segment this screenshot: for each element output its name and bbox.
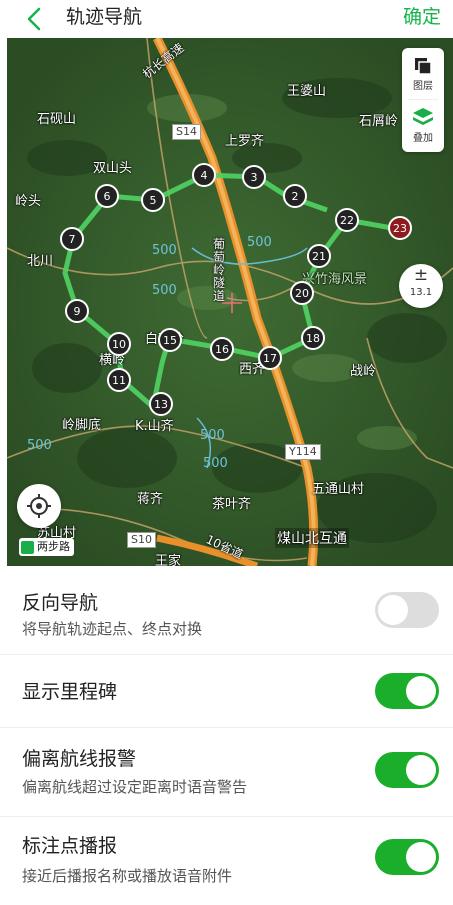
layers-label: 图层 xyxy=(413,81,433,92)
setting-row-poi-broadcast: 标注点播报 接近后播报名称或播放语音附件 xyxy=(0,817,453,905)
waypoint-marker[interactable]: 20 xyxy=(290,281,314,305)
crosshair-icon xyxy=(27,494,51,518)
road-badge: Y114 xyxy=(285,444,321,460)
toggle-knob xyxy=(378,595,408,625)
setting-description: 偏离航线超过设定距离时语音警告 xyxy=(22,778,248,796)
road-badge: S10 xyxy=(127,532,156,548)
poi-label: 王婆山 xyxy=(287,84,327,99)
zoom-symbol: ± xyxy=(413,265,429,285)
elevation-label: 500 xyxy=(27,438,52,453)
brand-badge: 两步路 xyxy=(19,538,74,556)
poi-label: 兴竹海风景 xyxy=(302,272,368,287)
toggle-knob xyxy=(406,676,436,706)
waypoint-marker[interactable]: 11 xyxy=(107,368,131,392)
setting-row-deviation: 偏离航线报警 偏离航线超过设定距离时语音警告 xyxy=(0,728,453,817)
waypoint-marker[interactable]: 17 xyxy=(258,346,282,370)
elevation-label: 500 xyxy=(200,428,225,443)
waypoint-marker[interactable]: 15 xyxy=(158,328,182,352)
elevation-label: 500 xyxy=(152,243,177,258)
waypoint-marker[interactable]: 3 xyxy=(242,165,266,189)
back-arrow-icon[interactable] xyxy=(22,6,48,32)
overlay-stack-icon xyxy=(413,108,433,125)
waypoint-marker[interactable]: 18 xyxy=(301,326,325,350)
setting-title: 标注点播报 xyxy=(22,835,118,857)
overlay-label: 叠加 xyxy=(413,133,433,144)
map-view[interactable]: 王婆山 石砚山 石屑岭 上罗齐 双山头 岭头 北川 白石岭 横岭 西齐 战岭 岭… xyxy=(7,38,453,566)
poi-label: K.山齐 xyxy=(135,419,174,434)
poi-label: 王家 xyxy=(155,554,182,566)
poi-label: 茶叶齐 xyxy=(212,497,252,512)
waypoint-marker[interactable]: 9 xyxy=(65,299,89,323)
poi-label: 蒋齐 xyxy=(137,492,164,507)
waypoint-marker[interactable]: 6 xyxy=(95,184,119,208)
poi-label: 岭脚底 xyxy=(62,418,102,433)
waypoint-marker[interactable]: 21 xyxy=(307,244,331,268)
interchange-label: 煤山北互通 xyxy=(275,528,349,548)
waypoint-marker[interactable]: 7 xyxy=(60,227,84,251)
end-point-marker[interactable]: 23 xyxy=(388,216,412,240)
overlay-button[interactable]: 叠加 xyxy=(402,100,444,150)
toggle-knob xyxy=(406,842,436,872)
poi-label: 石屑岭 xyxy=(359,114,399,129)
elevation-label: 500 xyxy=(152,283,177,298)
elevation-label: 500 xyxy=(247,235,272,250)
zoom-level: 13.1 xyxy=(409,287,433,298)
brand-name: 两步路 xyxy=(37,540,70,553)
setting-description: 将导航轨迹起点、终点对换 xyxy=(22,620,203,638)
poi-label: 战岭 xyxy=(350,364,377,379)
settings-list: 反向导航 将导航轨迹起点、终点对换 显示里程碑 偏离航线报警 偏离航线超过设定距… xyxy=(0,566,453,905)
poi-label: 岭头 xyxy=(15,194,42,209)
poi-label: 北川 xyxy=(27,254,54,269)
poi-label: 五通山村 xyxy=(312,482,365,497)
poi-label: 石砚山 xyxy=(37,112,77,127)
page-title: 轨迹导航 xyxy=(66,6,143,28)
waypoint-marker[interactable]: 13 xyxy=(149,392,173,416)
reverse-navigation-toggle[interactable] xyxy=(375,592,439,628)
confirm-button[interactable]: 确定 xyxy=(403,3,441,31)
setting-title: 反向导航 xyxy=(22,592,99,614)
setting-title: 显示里程碑 xyxy=(22,681,118,703)
waypoint-marker[interactable]: 5 xyxy=(141,188,165,212)
setting-description: 接近后播报名称或播放语音附件 xyxy=(22,867,233,885)
top-bar: 轨迹导航 确定 xyxy=(0,0,453,38)
road-badge: S14 xyxy=(172,124,201,140)
locate-button[interactable] xyxy=(17,484,61,528)
road-name: 葡萄岭隧道 xyxy=(213,237,226,303)
deviation-alarm-toggle[interactable] xyxy=(375,752,439,788)
elevation-label: 500 xyxy=(203,456,228,471)
layers-button[interactable]: 图层 xyxy=(402,48,444,98)
toggle-knob xyxy=(406,755,436,785)
poi-label: 上罗齐 xyxy=(225,134,265,149)
waypoint-marker[interactable]: 2 xyxy=(283,184,307,208)
waypoint-marker[interactable]: 10 xyxy=(107,332,131,356)
show-milestones-toggle[interactable] xyxy=(375,673,439,709)
app-logo-icon xyxy=(21,540,34,554)
setting-row-reverse: 反向导航 将导航轨迹起点、终点对换 xyxy=(0,566,453,655)
waypoint-marker[interactable]: 4 xyxy=(192,163,216,187)
poi-label: 双山头 xyxy=(93,161,133,176)
zoom-control[interactable]: ± 13.1 xyxy=(399,264,443,308)
setting-row-milestones: 显示里程碑 xyxy=(0,655,453,728)
poi-broadcast-toggle[interactable] xyxy=(375,839,439,875)
waypoint-marker[interactable]: 22 xyxy=(335,208,359,232)
map-layer-panel: 图层 叠加 xyxy=(402,48,444,152)
setting-title: 偏离航线报警 xyxy=(22,748,137,770)
waypoint-marker[interactable]: 16 xyxy=(210,337,234,361)
